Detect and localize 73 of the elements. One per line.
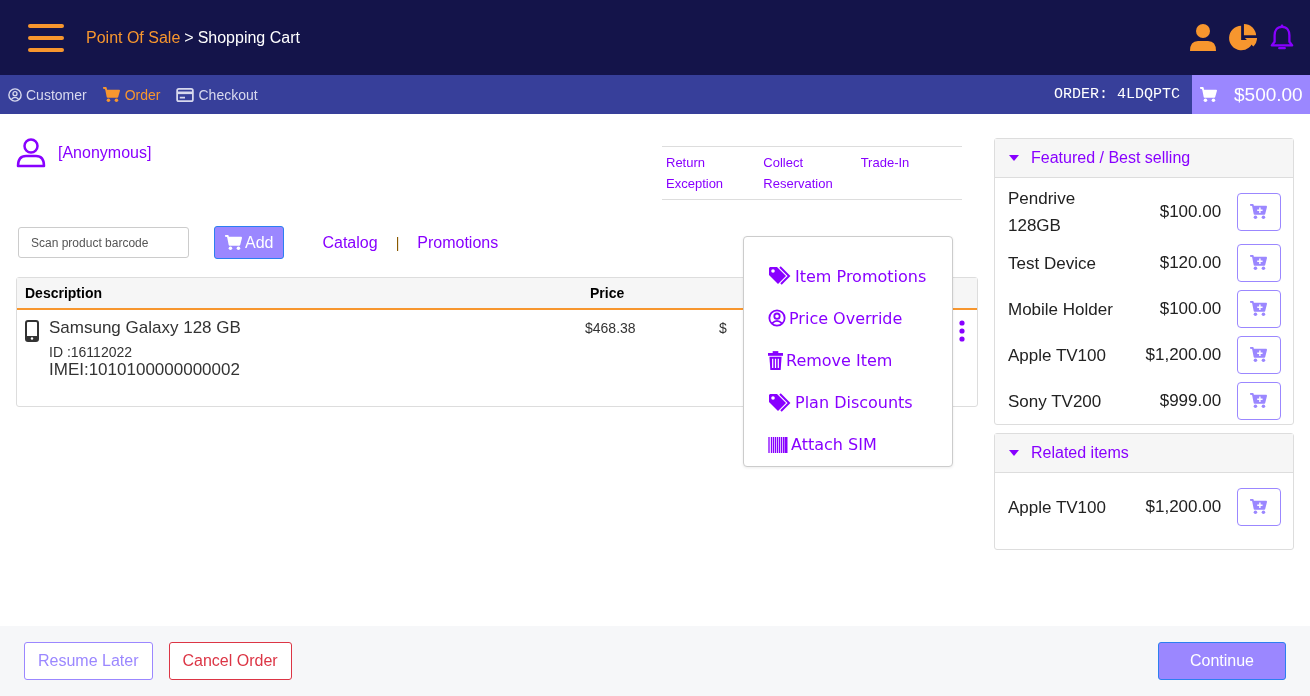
step-tab[interactable]: Checkout xyxy=(176,86,258,103)
breadcrumb-current: Shopping Cart xyxy=(197,28,300,47)
tag-icon xyxy=(768,392,792,413)
cart-plus-icon xyxy=(1250,255,1269,271)
more-options-icon[interactable] xyxy=(959,320,965,342)
customer-avatar-icon xyxy=(16,138,46,168)
product-name: Samsung Galaxy 128 GB xyxy=(49,318,242,338)
menu-item[interactable]: Plan Discounts xyxy=(768,381,952,424)
panel-header[interactable]: Featured / Best selling xyxy=(995,139,1293,178)
cart-plus-icon xyxy=(225,234,243,251)
tag-icon xyxy=(768,266,792,287)
menu-icon[interactable] xyxy=(28,22,64,53)
product-name: Sony TV200 xyxy=(1008,390,1103,413)
add-to-cart-button[interactable] xyxy=(1237,244,1281,282)
product-price: $999.00 xyxy=(1158,391,1222,411)
menu-item[interactable]: Price Override xyxy=(768,297,952,340)
credit-card-icon xyxy=(176,87,195,102)
cart-plus-icon xyxy=(1250,204,1269,220)
barcode-icon xyxy=(768,436,788,453)
table-cell-text: $ xyxy=(719,320,727,338)
cart-icon xyxy=(102,86,121,103)
quick-link[interactable]: Trade-In xyxy=(860,152,940,173)
breadcrumb-link[interactable]: Point Of Sale xyxy=(86,28,181,47)
notification-bell-icon[interactable] xyxy=(1270,23,1294,52)
add-to-cart-button[interactable] xyxy=(1237,290,1281,328)
add-to-cart-button[interactable] xyxy=(1237,382,1281,420)
user-circle-icon xyxy=(8,87,22,102)
product-name: Mobile Holder xyxy=(1008,298,1114,321)
trash-icon xyxy=(768,351,783,370)
add-to-cart-button[interactable] xyxy=(1237,336,1281,374)
product-price: $120.00 xyxy=(1158,253,1222,273)
link-separator: | xyxy=(395,234,400,251)
pie-chart-icon[interactable] xyxy=(1228,22,1258,53)
add-to-cart-button[interactable] xyxy=(1237,488,1281,526)
cart-icon xyxy=(1200,86,1218,103)
product-name: Apple TV100 xyxy=(1008,344,1107,367)
barcode-input-field[interactable]: Scan product barcode xyxy=(18,227,189,258)
customer-name-link[interactable]: [Anonymous] xyxy=(58,144,152,162)
product-name: Test Device xyxy=(1008,252,1097,275)
phone-icon xyxy=(25,320,39,342)
product-price: $1,200.00 xyxy=(1144,497,1222,517)
product-price: $100.00 xyxy=(1158,299,1222,319)
step-tab[interactable]: Order xyxy=(102,86,161,103)
product-name: Pendrive 128GB xyxy=(1008,188,1077,237)
breadcrumb-separator: > xyxy=(184,28,194,47)
cart-plus-icon xyxy=(1250,393,1269,409)
table-cell-text: $468.38 xyxy=(584,320,637,338)
column-header: Price xyxy=(590,285,625,301)
menu-item[interactable]: Attach SIM xyxy=(768,423,952,466)
cart-plus-icon xyxy=(1250,301,1269,317)
product-price: $100.00 xyxy=(1158,202,1222,222)
menu-item[interactable]: Remove Item xyxy=(768,339,952,382)
product-price: $1,200.00 xyxy=(1144,345,1222,365)
caret-icon xyxy=(1009,155,1019,161)
column-header: Description xyxy=(25,285,103,301)
cart-plus-icon xyxy=(1250,347,1269,363)
product-imei: IMEI:1010100000000002 xyxy=(49,360,241,380)
nav-link[interactable]: Promotions xyxy=(417,233,499,252)
step-tab[interactable]: Customer xyxy=(8,86,87,103)
caret-icon xyxy=(1009,450,1019,456)
menu-item[interactable]: Item Promotions xyxy=(768,255,952,298)
order-number: ORDER: 4LDQPTC xyxy=(1053,86,1180,103)
product-name: Apple TV100 xyxy=(1008,496,1107,519)
add-to-cart-button[interactable] xyxy=(1237,193,1281,231)
cancel-button[interactable]: Cancel Order xyxy=(168,642,292,680)
nav-link[interactable]: Catalog xyxy=(322,233,378,252)
cart-plus-icon xyxy=(1250,499,1269,515)
quick-link[interactable]: Return Exception xyxy=(666,152,746,194)
person-icon[interactable] xyxy=(1190,23,1216,52)
user-circle-icon xyxy=(768,309,786,328)
quick-link[interactable]: Collect Reservation xyxy=(763,152,843,194)
product-id: ID :16112022 xyxy=(49,344,134,360)
panel-header[interactable]: Related items xyxy=(995,434,1293,473)
